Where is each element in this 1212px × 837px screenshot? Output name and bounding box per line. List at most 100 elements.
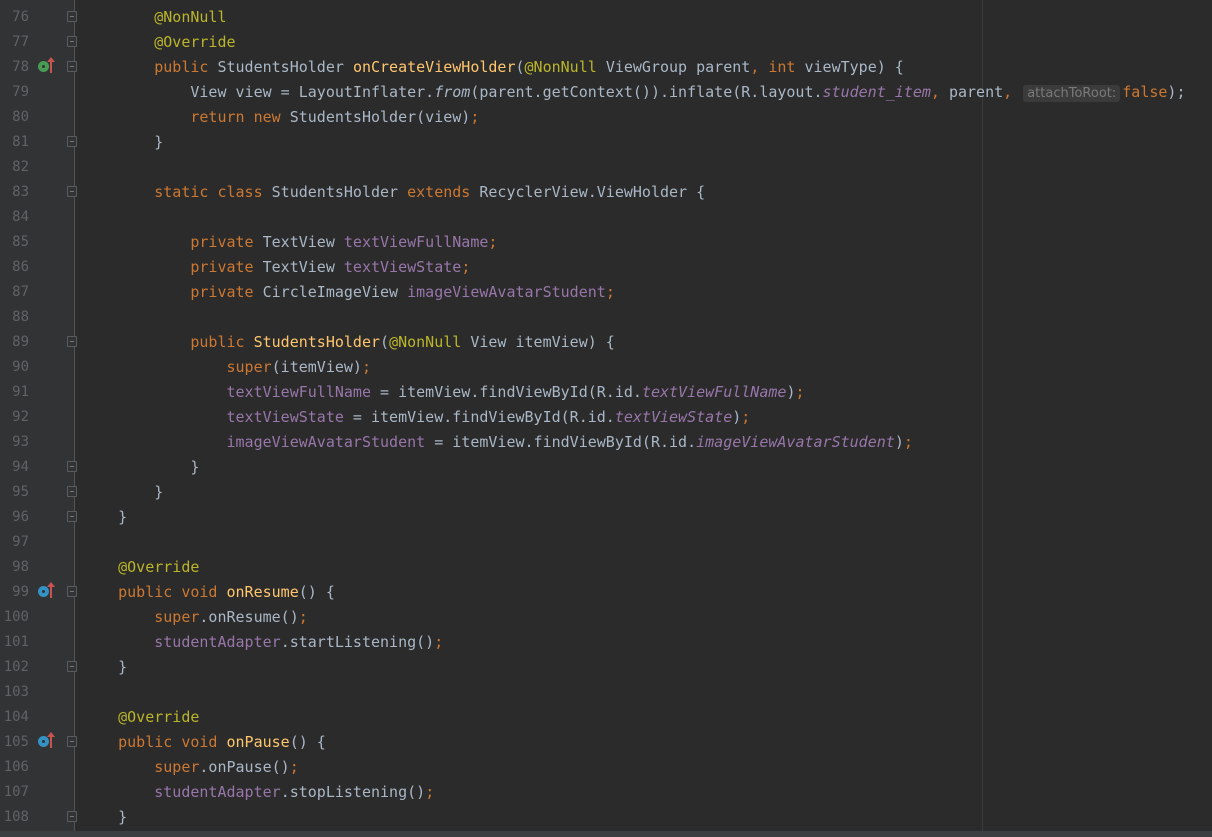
line-number[interactable]: 104: [0, 705, 29, 730]
code-line[interactable]: 87 private CircleImageView imageViewAvat…: [0, 280, 1212, 305]
code-line[interactable]: 108 }: [0, 805, 1212, 830]
code-line[interactable]: 101 studentAdapter.startListening();: [0, 630, 1212, 655]
line-number[interactable]: 106: [0, 755, 29, 780]
line-number[interactable]: 85: [0, 230, 29, 255]
line-number[interactable]: 81: [0, 130, 29, 155]
line-number[interactable]: 92: [0, 405, 29, 430]
line-number[interactable]: 93: [0, 430, 29, 455]
code-line[interactable]: 95 }: [0, 480, 1212, 505]
fold-marker-icon[interactable]: [67, 511, 77, 522]
line-number[interactable]: 89: [0, 330, 29, 355]
code-line[interactable]: 94 }: [0, 455, 1212, 480]
code-line[interactable]: 97: [0, 530, 1212, 555]
code-line[interactable]: 100 super.onResume();: [0, 605, 1212, 630]
overrides-icon[interactable]: [38, 586, 49, 597]
fold-marker-icon[interactable]: [67, 61, 77, 72]
line-number[interactable]: 76: [0, 5, 29, 30]
code-token: );: [1167, 83, 1186, 101]
line-number[interactable]: 95: [0, 480, 29, 505]
line-number[interactable]: 86: [0, 255, 29, 280]
line-number[interactable]: 97: [0, 530, 29, 555]
horizontal-scrollbar[interactable]: [0, 831, 1212, 837]
code-line[interactable]: 90 super(itemView);: [0, 355, 1212, 380]
code-line[interactable]: 80 return new StudentsHolder(view);: [0, 105, 1212, 130]
line-number[interactable]: 87: [0, 280, 29, 305]
line-number[interactable]: 108: [0, 805, 29, 830]
code-line[interactable]: 84: [0, 205, 1212, 230]
line-number[interactable]: 100: [0, 605, 29, 630]
code-token: () {: [289, 733, 326, 751]
code-line[interactable]: 98 @Override: [0, 555, 1212, 580]
code-token: ,: [1003, 83, 1022, 101]
code-line[interactable]: 107 studentAdapter.stopListening();: [0, 780, 1212, 805]
fold-marker-icon[interactable]: [67, 811, 77, 822]
line-number[interactable]: 83: [0, 180, 29, 205]
code-line[interactable]: 82: [0, 155, 1212, 180]
line-number[interactable]: 91: [0, 380, 29, 405]
code-line[interactable]: 106 super.onPause();: [0, 755, 1212, 780]
fold-marker-icon[interactable]: [67, 486, 77, 497]
go-to-super-arrow-icon[interactable]: [47, 57, 55, 73]
line-number[interactable]: 103: [0, 680, 29, 705]
code-token: private: [190, 233, 263, 251]
code-line[interactable]: 86 private TextView textViewState;: [0, 255, 1212, 280]
line-number[interactable]: 84: [0, 205, 29, 230]
code-line[interactable]: 93 imageViewAvatarStudent = itemView.fin…: [0, 430, 1212, 455]
line-number[interactable]: 99: [0, 580, 29, 605]
line-number[interactable]: 82: [0, 155, 29, 180]
code-token: imageViewAvatarStudent: [226, 433, 426, 451]
go-to-super-arrow-icon[interactable]: [47, 582, 55, 598]
code-line[interactable]: 78 public StudentsHolder onCreateViewHol…: [0, 55, 1212, 80]
fold-marker-icon[interactable]: [67, 661, 77, 672]
go-to-super-arrow-icon[interactable]: [47, 732, 55, 748]
code-line[interactable]: 99 public void onResume() {: [0, 580, 1212, 605]
line-number[interactable]: 107: [0, 780, 29, 805]
fold-marker-icon[interactable]: [67, 736, 77, 747]
code-line[interactable]: 103: [0, 680, 1212, 705]
code-line[interactable]: 83 static class StudentsHolder extends R…: [0, 180, 1212, 205]
fold-marker-icon[interactable]: [67, 11, 77, 22]
code-line[interactable]: 88: [0, 305, 1212, 330]
code-token: StudentsHolder: [271, 183, 408, 201]
code-line[interactable]: 76 @NonNull: [0, 5, 1212, 30]
code-line[interactable]: 102 }: [0, 655, 1212, 680]
line-number[interactable]: 90: [0, 355, 29, 380]
code-line[interactable]: 89 public StudentsHolder(@NonNull View i…: [0, 330, 1212, 355]
line-number[interactable]: 78: [0, 55, 29, 80]
code-token: .stopListening(): [280, 783, 426, 801]
code-line[interactable]: 104 @Override: [0, 705, 1212, 730]
line-number[interactable]: 96: [0, 505, 29, 530]
code-line[interactable]: 81 }: [0, 130, 1212, 155]
fold-marker-icon[interactable]: [67, 36, 77, 47]
code-line[interactable]: 85 private TextView textViewFullName;: [0, 230, 1212, 255]
code-line[interactable]: 105 public void onPause() {: [0, 730, 1212, 755]
code-line[interactable]: 96 }: [0, 505, 1212, 530]
code-line[interactable]: 91 textViewFullName = itemView.findViewB…: [0, 380, 1212, 405]
fold-marker-icon[interactable]: [67, 136, 77, 147]
implements-icon[interactable]: [38, 61, 49, 72]
line-number[interactable]: 94: [0, 455, 29, 480]
fold-marker-icon[interactable]: [67, 186, 77, 197]
fold-marker-icon[interactable]: [67, 586, 77, 597]
line-number[interactable]: 105: [0, 730, 29, 755]
code-line[interactable]: 92 textViewState = itemView.findViewById…: [0, 405, 1212, 430]
fold-marker-icon[interactable]: [67, 336, 77, 347]
fold-marker-icon[interactable]: [67, 461, 77, 472]
line-number[interactable]: 79: [0, 80, 29, 105]
code-line[interactable]: 77 @Override: [0, 30, 1212, 55]
line-number[interactable]: 80: [0, 105, 29, 130]
code-token: public: [154, 58, 218, 76]
line-number[interactable]: 88: [0, 305, 29, 330]
line-number[interactable]: 77: [0, 30, 29, 55]
line-number[interactable]: 98: [0, 555, 29, 580]
code-token: TextView: [262, 258, 344, 276]
code-text: super(itemView);: [82, 355, 372, 380]
code-line[interactable]: 79 View view = LayoutInflater.from(paren…: [0, 80, 1212, 105]
line-number[interactable]: 101: [0, 630, 29, 655]
line-number[interactable]: 102: [0, 655, 29, 680]
overrides-icon[interactable]: [38, 736, 49, 747]
